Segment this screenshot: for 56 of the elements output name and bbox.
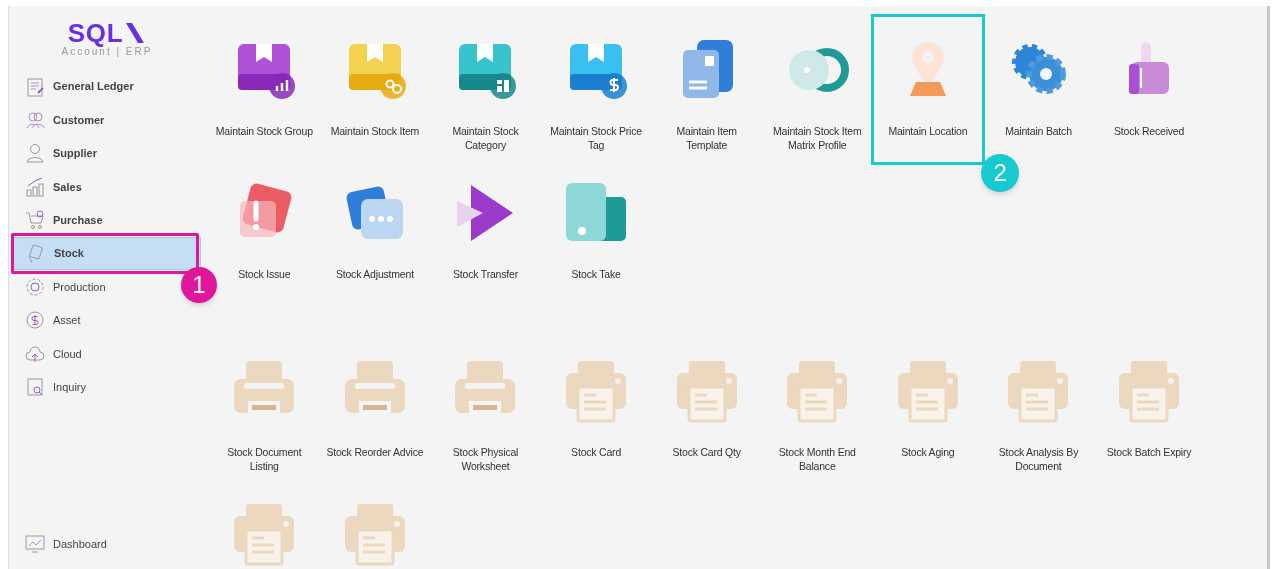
tile-label[interactable]: Maintain Stock Category bbox=[436, 124, 535, 152]
printer-icon bbox=[1006, 359, 1071, 423]
tile-label[interactable]: Maintain Stock Group bbox=[215, 124, 313, 138]
cart-icon bbox=[25, 210, 45, 231]
sidebar-item[interactable]: Stock bbox=[13, 236, 201, 271]
tile-label[interactable]: Maintain Location bbox=[888, 124, 968, 138]
logo-slash-icon bbox=[124, 21, 147, 45]
sidebar-item[interactable]: Purchase bbox=[13, 203, 111, 237]
tile-label[interactable]: Stock Card Qty bbox=[672, 445, 741, 459]
sidebar-item[interactable]: Dashboard bbox=[13, 527, 115, 561]
tile-label[interactable]: Stock Received bbox=[1113, 124, 1185, 138]
sidebar-item[interactable]: Supplier bbox=[13, 136, 105, 171]
tile-label[interactable]: Maintain Batch bbox=[1005, 124, 1072, 138]
printer-icon bbox=[342, 502, 407, 566]
tile-label[interactable]: Stock Take bbox=[571, 267, 621, 281]
tile-label[interactable]: Stock Issue bbox=[238, 267, 291, 281]
person-icon bbox=[25, 143, 45, 164]
printer-icon bbox=[674, 359, 739, 423]
gear-icon bbox=[25, 277, 45, 298]
tile-label[interactable]: Maintain Stock Price Tag bbox=[546, 124, 646, 152]
step-number-badge: 2 bbox=[981, 154, 1020, 192]
tile-label[interactable]: Maintain Item Template bbox=[657, 124, 756, 152]
tile-label[interactable]: Stock Aging bbox=[901, 445, 955, 459]
document-search-icon bbox=[25, 377, 45, 398]
tile-label[interactable]: Stock Physical Worksheet bbox=[436, 445, 535, 473]
sidebar-item[interactable]: Sales bbox=[13, 170, 90, 204]
ledger-icon bbox=[25, 76, 45, 97]
tile-label[interactable]: Stock Document Listing bbox=[215, 445, 314, 473]
sidebar-item[interactable]: Cloud bbox=[13, 337, 90, 371]
tile-label[interactable]: Stock Analysis By Document bbox=[989, 445, 1088, 473]
printer-icon bbox=[785, 359, 850, 423]
sidebar-item[interactable]: Customer bbox=[13, 103, 113, 137]
tile-label[interactable]: Stock Transfer bbox=[453, 267, 518, 281]
printer-icon bbox=[1117, 359, 1182, 423]
tile-label[interactable]: Maintain Stock Item Matrix Profile bbox=[767, 124, 867, 152]
people-icon bbox=[25, 110, 45, 131]
tile-label[interactable]: Maintain Stock Item bbox=[330, 124, 420, 138]
dollar-icon bbox=[25, 310, 45, 331]
logo-text: SQL bbox=[67, 20, 124, 46]
sidebar-item[interactable]: General Ledger bbox=[13, 70, 142, 104]
sidebar-item[interactable]: Inquiry bbox=[13, 370, 95, 404]
tile-label[interactable]: Stock Adjustment bbox=[335, 267, 414, 281]
sidebar-item[interactable]: Asset bbox=[13, 303, 89, 338]
bar-chart-icon bbox=[25, 176, 45, 197]
cloud-upload-icon bbox=[25, 343, 45, 364]
logo-subtitle: Account | ERP bbox=[61, 46, 153, 58]
sidebar-item[interactable]: Production bbox=[13, 270, 114, 304]
printer-icon bbox=[895, 359, 960, 423]
printer-icon bbox=[232, 502, 297, 566]
tile-label[interactable]: Stock Month End Balance bbox=[767, 445, 867, 473]
tile-label[interactable]: Stock Batch Expiry bbox=[1106, 445, 1192, 459]
tile-label[interactable]: Stock Card bbox=[571, 445, 622, 459]
printer-icon bbox=[564, 359, 629, 423]
tile-label[interactable]: Stock Reorder Advice bbox=[326, 445, 424, 459]
step-number-badge: 1 bbox=[181, 266, 217, 303]
monitor-chart-icon bbox=[25, 534, 45, 555]
